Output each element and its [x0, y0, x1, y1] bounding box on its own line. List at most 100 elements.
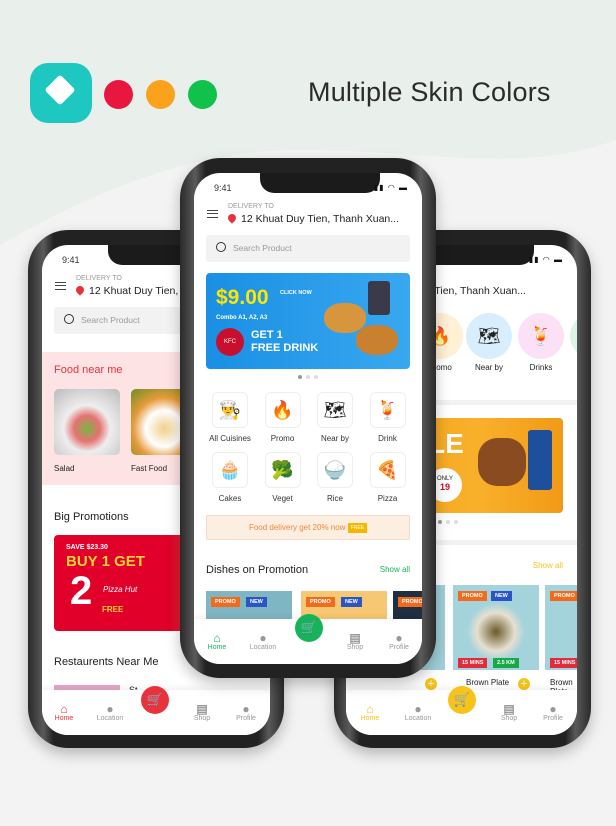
category-label: Promo [270, 434, 295, 443]
cart-button[interactable]: 🛒 [295, 614, 323, 642]
address[interactable]: 12 Khuat Duy Tien, Th [74, 284, 193, 297]
banner-combo: Combo A1, A2, A3 [216, 315, 268, 321]
category-promo[interactable]: 🔥 Promo [256, 392, 310, 443]
search-input[interactable]: Search Product [206, 235, 410, 262]
location-icon: ● [414, 702, 422, 716]
delivery-label: DELIVERY TO [76, 275, 122, 282]
distance-tag: 2.5 KM [493, 658, 519, 668]
time-tag: 15 MINS [550, 658, 577, 668]
category-label: Near by [474, 363, 503, 372]
nav-home[interactable]: ⌂ Home [350, 702, 390, 722]
category-icon: 🍕 [369, 452, 406, 488]
clock: 9:41 [214, 183, 232, 193]
nav-home[interactable]: ⌂ Home [197, 631, 237, 651]
promo-save-text: SAVE $23.30 [66, 544, 108, 551]
skin-color-red[interactable] [104, 80, 133, 109]
category-cakes[interactable]: 🧁 Cakes [203, 452, 257, 503]
category-veget[interactable]: 🥦 Veget [256, 452, 310, 503]
search-icon [64, 314, 74, 324]
time-tag: 15 MINS [458, 658, 488, 668]
add-icon[interactable]: + [425, 678, 437, 690]
pin-icon [74, 284, 86, 296]
pizza-hut-logo: Pizza Hut [103, 585, 138, 594]
category-rice[interactable]: 🍚 Rice [308, 452, 362, 503]
nav-shop[interactable]: ▤ Shop [489, 702, 529, 722]
cart-icon: 🛒 [146, 692, 164, 707]
nav-shop[interactable]: ▤ Shop [335, 631, 375, 651]
category-all-cuisines[interactable]: 👨‍🍳 All Cuisines [203, 392, 257, 443]
category-more[interactable] [570, 313, 577, 359]
nav-profile[interactable]: ● Profile [533, 702, 573, 722]
category-label: Veget [272, 494, 293, 503]
drink-image [368, 281, 390, 315]
burger-image [356, 325, 398, 355]
nav-home[interactable]: ⌂ Home [44, 702, 84, 722]
drink-image [528, 430, 552, 490]
new-tag: NEW [246, 597, 267, 607]
nav-profile[interactable]: ● Profile [379, 631, 419, 651]
truck-icon: FREE [347, 523, 368, 533]
category-drinks[interactable]: 🍹 [518, 313, 564, 359]
menu-icon[interactable] [55, 282, 66, 290]
category-label: Near by [320, 434, 349, 443]
cart-button[interactable]: 🛒 [448, 686, 476, 714]
location-icon: ● [106, 702, 114, 716]
dish-card[interactable]: PROMO NEW 15 MINS 2.5 KM [453, 585, 539, 670]
promo-headline: BUY 1 GET [66, 553, 145, 570]
carousel-dots[interactable] [436, 520, 460, 524]
home-icon: ⌂ [60, 702, 68, 716]
promo-tag: PROMO [398, 597, 422, 607]
dish-card[interactable]: PROMO 15 MINS [545, 585, 577, 670]
category-icon: 🔥 [264, 392, 301, 428]
status-icons: ▮▮ ◠ ▬ [373, 183, 408, 192]
promo-number: 2 [70, 569, 93, 613]
carousel-dots[interactable] [194, 375, 422, 379]
new-tag: NEW [491, 591, 512, 601]
promo-banner-kfc[interactable]: $9.00 CLICK NOW Combo A1, A2, A3 KFC GET… [206, 273, 410, 369]
kfc-logo: KFC [216, 328, 244, 356]
promo-tag: PROMO [211, 597, 240, 607]
shop-icon: ▤ [503, 702, 515, 716]
category-icon: 🗺 [317, 392, 353, 428]
skin-color-orange[interactable] [146, 80, 175, 109]
nav-location[interactable]: ● Location [398, 702, 438, 722]
food-image-salad[interactable] [54, 389, 120, 455]
pin-icon [226, 212, 238, 224]
nav-shop[interactable]: ▤ Shop [182, 702, 222, 722]
burger-image [478, 438, 526, 486]
category-pizza[interactable]: 🍕 Pizza [361, 452, 415, 503]
nav-location[interactable]: ● Location [90, 702, 130, 722]
category-near-by[interactable]: 🗺 Near by [308, 392, 362, 443]
category-drink[interactable]: 🍹 Drink [361, 392, 415, 443]
category-icon: 🥦 [264, 452, 301, 488]
cart-icon: 🛒 [300, 620, 318, 635]
category-icon: 🍚 [317, 452, 353, 488]
section-title: Big Promotions [54, 511, 129, 523]
banner-offer: GET 1 FREE DRINK [251, 329, 319, 354]
show-all-link[interactable]: Show all [380, 565, 410, 574]
search-icon [216, 242, 226, 252]
location-icon: ● [259, 631, 267, 645]
category-near-by[interactable]: 🗺 [466, 313, 512, 359]
food-label: Salad [54, 464, 75, 473]
profile-icon: ● [242, 702, 250, 716]
skin-color-green[interactable] [188, 80, 217, 109]
shop-icon: ▤ [349, 631, 361, 645]
banner-cta[interactable]: CLICK NOW [280, 290, 312, 296]
section-title: Dishes on Promotion [206, 564, 309, 576]
delivery-label: DELIVERY TO [228, 203, 274, 210]
cart-button[interactable]: 🛒 [141, 686, 169, 714]
dish-name: Brown Plate [466, 678, 510, 687]
food-label: Fast Food [131, 464, 168, 473]
promo-tag: PROMO [550, 591, 577, 601]
nav-location[interactable]: ● Location [243, 631, 283, 651]
promo-strip[interactable]: Food delivery get 20% now FREE [206, 515, 410, 540]
add-icon[interactable]: + [518, 678, 530, 690]
promo-tag: PROMO [458, 591, 487, 601]
category-label: Cakes [218, 494, 242, 503]
nav-profile[interactable]: ● Profile [226, 702, 266, 722]
address[interactable]: 12 Khuat Duy Tien, Thanh Xuan... [226, 212, 399, 225]
cart-icon: 🛒 [453, 692, 471, 707]
show-all-link[interactable]: Show all [533, 561, 563, 570]
menu-icon[interactable] [207, 210, 218, 218]
